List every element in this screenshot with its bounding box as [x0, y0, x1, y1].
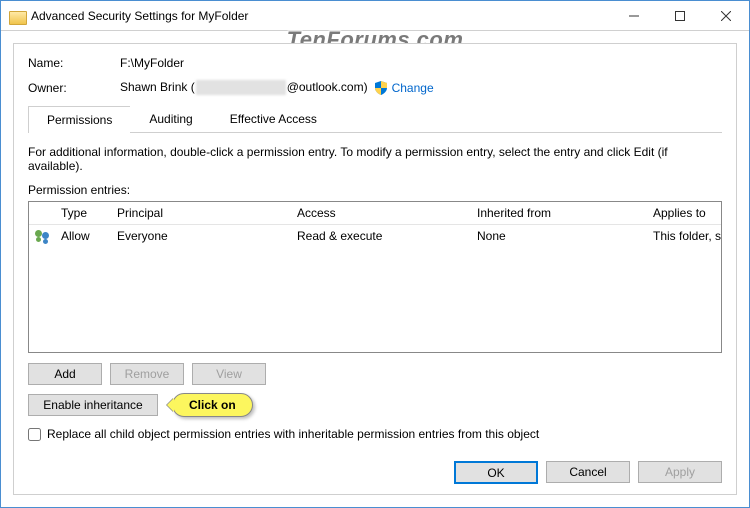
row-applies: This folder, subfolders and files — [647, 225, 722, 250]
owner-suffix: @outlook.com) — [287, 80, 368, 94]
col-applies[interactable]: Applies to — [647, 202, 721, 224]
owner-value: Shawn Brink ( @outlook.com) — [120, 80, 368, 95]
remove-button[interactable]: Remove — [110, 363, 184, 385]
enable-inheritance-button[interactable]: Enable inheritance — [28, 394, 158, 416]
col-type[interactable]: Type — [55, 202, 111, 224]
name-label: Name: — [28, 56, 120, 70]
group-icon — [35, 229, 51, 243]
cancel-button[interactable]: Cancel — [546, 461, 630, 483]
replace-checkbox-row: Replace all child object permission entr… — [28, 427, 722, 441]
row-type: Allow — [55, 225, 111, 250]
folder-icon — [9, 9, 25, 23]
main-panel: Name: F:\MyFolder Owner: Shawn Brink ( @o… — [13, 43, 737, 495]
window-title: Advanced Security Settings for MyFolder — [31, 9, 248, 23]
table-row[interactable]: Allow Everyone Read & execute None This … — [29, 225, 721, 250]
col-inherited[interactable]: Inherited from — [471, 202, 647, 224]
row-principal: Everyone — [111, 225, 291, 250]
inherit-row: Enable inheritance Click on — [28, 393, 722, 417]
info-text: For additional information, double-click… — [28, 145, 722, 173]
replace-checkbox-label[interactable]: Replace all child object permission entr… — [47, 427, 539, 441]
row-access: Read & execute — [291, 225, 471, 250]
apply-button[interactable]: Apply — [638, 461, 722, 483]
name-row: Name: F:\MyFolder — [28, 56, 722, 70]
owner-redacted — [196, 80, 286, 95]
maximize-button[interactable] — [657, 1, 703, 31]
add-button[interactable]: Add — [28, 363, 102, 385]
tab-auditing[interactable]: Auditing — [130, 105, 211, 132]
permission-grid[interactable]: Type Principal Access Inherited from App… — [28, 201, 722, 353]
replace-checkbox[interactable] — [28, 428, 41, 441]
entry-buttons: Add Remove View — [28, 363, 722, 385]
footer-buttons: OK Cancel Apply — [454, 461, 722, 484]
row-inherited: None — [471, 225, 647, 250]
name-value: F:\MyFolder — [120, 56, 184, 70]
minimize-button[interactable] — [611, 1, 657, 31]
entries-label: Permission entries: — [28, 183, 722, 197]
titlebar: Advanced Security Settings for MyFolder — [1, 1, 749, 31]
owner-label: Owner: — [28, 81, 120, 95]
col-icon — [29, 202, 55, 224]
owner-prefix: Shawn Brink ( — [120, 80, 195, 94]
tab-permissions[interactable]: Permissions — [28, 106, 131, 133]
grid-header: Type Principal Access Inherited from App… — [29, 202, 721, 225]
close-button[interactable] — [703, 1, 749, 31]
tab-effective-access[interactable]: Effective Access — [211, 105, 336, 132]
shield-icon — [374, 81, 388, 95]
col-access[interactable]: Access — [291, 202, 471, 224]
ok-button[interactable]: OK — [454, 461, 538, 484]
change-owner-link[interactable]: Change — [392, 81, 434, 95]
col-principal[interactable]: Principal — [111, 202, 291, 224]
view-button[interactable]: View — [192, 363, 266, 385]
tabs: Permissions Auditing Effective Access — [28, 105, 722, 133]
callout: Click on — [172, 393, 253, 417]
owner-row: Owner: Shawn Brink ( @outlook.com) Change — [28, 80, 722, 95]
row-icon — [29, 225, 55, 250]
